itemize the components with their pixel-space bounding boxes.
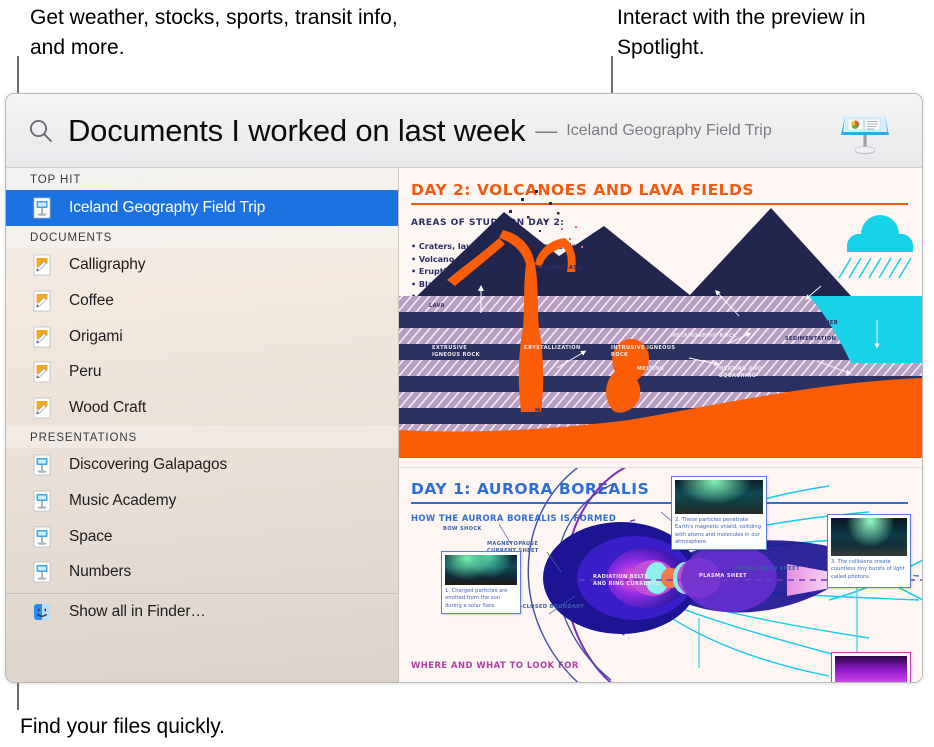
result-label: Iceland Geography Field Trip xyxy=(69,198,266,216)
pages-file-icon xyxy=(32,361,52,383)
label-bow-shock: BOW SHOCK xyxy=(443,526,482,532)
search-completion-text: Iceland Geography Field Trip xyxy=(566,121,772,139)
result-row-space[interactable]: Space xyxy=(6,519,398,555)
show-all-in-finder-label: Show all in Finder… xyxy=(69,602,206,620)
aurora-thumbnail xyxy=(831,518,907,556)
annotation-top-right: Interact with the preview in Spotlight. xyxy=(617,6,866,59)
result-row-origami[interactable]: Origami xyxy=(6,319,398,355)
result-label: Space xyxy=(69,527,113,545)
result-row-numbers[interactable]: Numbers xyxy=(6,554,398,590)
finder-icon xyxy=(32,601,52,623)
aurora-thumbnail xyxy=(675,480,763,514)
label-plasma-sheet: PLASMA SHEET xyxy=(699,573,747,579)
result-label: Wood Craft xyxy=(69,398,147,416)
aurora-callout-3-caption: 3. The collisions create countless tiny … xyxy=(831,559,905,580)
label-sedimentation: SEDIMENTATION xyxy=(785,336,837,342)
result-row-music-academy[interactable]: Music Academy xyxy=(6,483,398,519)
result-label: Music Academy xyxy=(69,491,177,509)
label-heating-and-squashing: HEATING AND SQUASHING xyxy=(719,366,763,379)
keynote-file-icon xyxy=(32,526,52,548)
result-row-discovering-galapagos[interactable]: Discovering Galapagos xyxy=(6,448,398,484)
keynote-file-icon xyxy=(32,197,52,219)
label-intrusive-igneous-rock: INTRUSIVE IGNEOUS ROCK xyxy=(611,345,676,358)
pages-file-icon xyxy=(32,326,52,348)
label-magma: MAGMA xyxy=(535,408,559,414)
aurora-callout-2-caption: 2. These particles penetrate Earth's mag… xyxy=(675,517,761,546)
keynote-file-icon xyxy=(32,561,52,583)
keynote-file-icon xyxy=(32,490,52,512)
result-row-peru[interactable]: Peru xyxy=(6,354,398,390)
result-label: Numbers xyxy=(69,563,132,581)
label-lava: LAVA xyxy=(429,303,445,309)
spotlight-results-list[interactable]: TOP HIT Iceland Geography Field Trip DOC… xyxy=(6,168,399,682)
spotlight-preview-pane[interactable]: DAY 2: VOLCANOES AND LAVA FIELDS AREAS O… xyxy=(399,168,922,682)
annotation-top-left: Get weather, stocks, sports, transit inf… xyxy=(30,6,398,59)
label-extrusive-igneous-rock: EXTRUSIVE IGNEOUS ROCK xyxy=(432,345,480,358)
group-header-top-hit: TOP HIT xyxy=(6,168,398,190)
group-header-documents: DOCUMENTS xyxy=(6,225,398,248)
label-metamorphic-rock: METAMORPHIC ROCK xyxy=(671,333,737,339)
label-melting: MELTING xyxy=(637,366,665,372)
result-label: Origami xyxy=(69,327,123,345)
label-radiation-belts: RADIATION BELTS AND RING CURRENTS xyxy=(593,574,660,587)
result-label: Discovering Galapagos xyxy=(69,456,228,474)
label-uplift-to-surface: UPLIFT TO SURFACE xyxy=(639,316,672,329)
preview-slide-day2[interactable]: DAY 2: VOLCANOES AND LAVA FIELDS AREAS O… xyxy=(399,168,922,468)
result-row-iceland-geography-field-trip[interactable]: Iceland Geography Field Trip xyxy=(6,190,398,226)
label-erosion-from-weather: EROSION FROM WEATHER xyxy=(757,320,839,326)
result-row-wood-craft[interactable]: Wood Craft xyxy=(6,390,398,426)
result-label: Coffee xyxy=(69,291,114,309)
aurora-callout-1[interactable]: 1. Charged particles are emitted from th… xyxy=(441,551,521,614)
spotlight-window: Documents I worked on last week — Icelan… xyxy=(5,93,923,683)
pages-file-icon xyxy=(32,397,52,419)
search-query-text[interactable]: Documents I worked on last week xyxy=(68,113,525,149)
group-header-presentations: PRESENTATIONS xyxy=(6,425,398,448)
preview-slide-day1[interactable]: DAY 1: AURORA BOREALIS HOW THE AURORA BO… xyxy=(399,468,922,682)
label-crystallization: CRYSTALLIZATION xyxy=(524,345,581,351)
aurora-callout-3[interactable]: 3. The collisions create countless tiny … xyxy=(827,514,911,588)
label-cross-tailed-sheet: CROSS-TAILED SHEET xyxy=(733,566,800,572)
show-all-in-finder-row[interactable]: Show all in Finder… xyxy=(6,594,398,630)
keynote-file-icon xyxy=(32,454,52,476)
search-icon xyxy=(29,119,52,142)
aurora-callout-2[interactable]: 2. These particles penetrate Earth's mag… xyxy=(671,476,767,550)
result-row-calligraphy[interactable]: Calligraphy xyxy=(6,248,398,284)
aurora-thumbnail xyxy=(445,555,517,585)
annotation-bottom-left: Find your files quickly. xyxy=(20,715,226,738)
screenshot-root: Get weather, stocks, sports, transit inf… xyxy=(0,0,934,747)
keynote-icon xyxy=(840,104,892,163)
aurora-thumbnail xyxy=(835,656,907,682)
aurora-callout-1-caption: 1. Charged particles are emitted from th… xyxy=(445,588,508,609)
result-row-coffee[interactable]: Coffee xyxy=(6,283,398,319)
label-sedimentary-rock: SEDIMENTARY ROCK xyxy=(789,378,834,391)
pages-file-icon xyxy=(32,290,52,312)
label-volcanic-ash: VOLCANIC ASH xyxy=(535,265,582,271)
pages-file-icon xyxy=(32,254,52,276)
aurora-callout-4[interactable] xyxy=(831,652,911,682)
search-separator: — xyxy=(535,117,558,143)
spotlight-body: TOP HIT Iceland Geography Field Trip DOC… xyxy=(6,168,922,682)
spotlight-search-field[interactable]: Documents I worked on last week — Icelan… xyxy=(6,94,922,168)
result-label: Calligraphy xyxy=(69,256,146,274)
result-label: Peru xyxy=(69,363,102,381)
